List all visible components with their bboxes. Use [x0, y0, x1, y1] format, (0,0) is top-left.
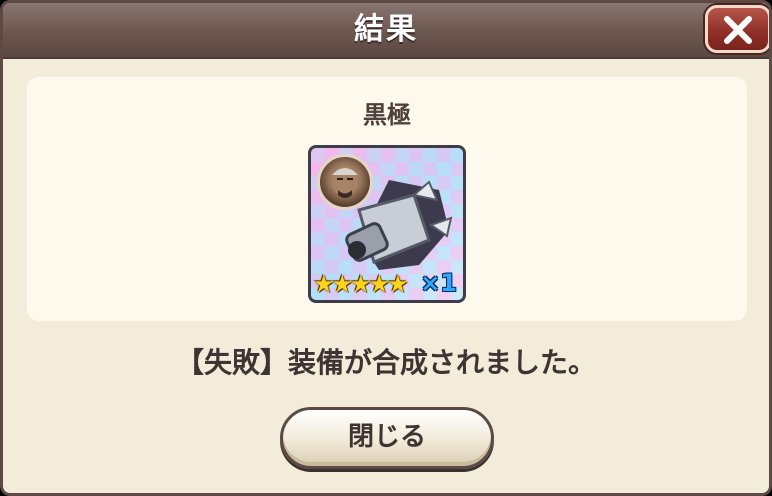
rarity-stars: ★★★★★ — [313, 270, 409, 298]
title-bar: 結果 — [3, 3, 769, 59]
item-name: 黒極 — [363, 101, 411, 129]
result-panel: 黒極 ★★★★★ ×1 — [27, 77, 747, 321]
result-message: 【失敗】装備が合成されました。 — [175, 346, 596, 379]
character-portrait-icon — [317, 154, 373, 210]
item-count: ×1 — [420, 269, 457, 297]
close-dialog-button[interactable]: 閉じる — [280, 407, 494, 469]
dialog-title: 結果 — [354, 12, 418, 47]
close-x-icon — [724, 16, 752, 44]
close-button[interactable] — [705, 5, 769, 53]
item-card[interactable]: ★★★★★ ×1 — [308, 145, 466, 303]
result-dialog: 結果 黒極 ★★★★★ ×1 【失敗】装備が合成されました。 閉じる — [0, 0, 772, 496]
